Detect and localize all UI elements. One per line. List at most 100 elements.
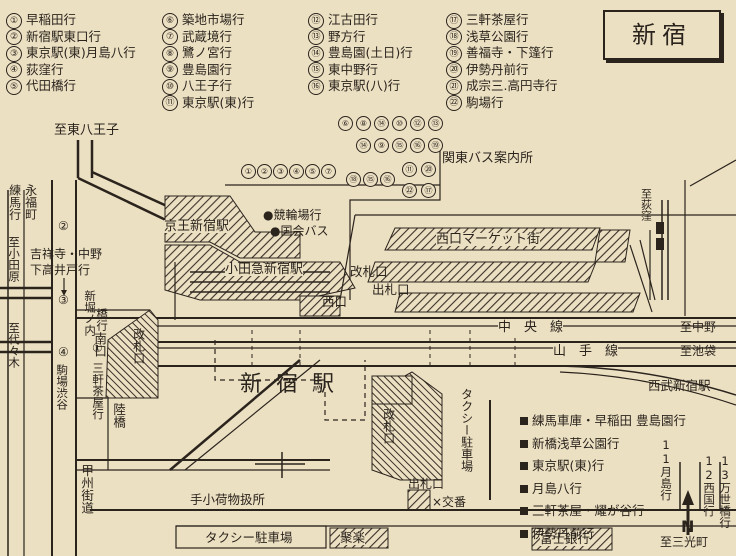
kichijoji-nakano-label: 吉祥寺・中野 — [30, 247, 103, 261]
bus-stop-marker: ㉒ — [402, 183, 417, 198]
south-kaisatsu-label: 改札口 — [131, 328, 146, 364]
marker-1: ① — [92, 341, 103, 355]
bus-stop-marker: ⑤ — [305, 164, 320, 179]
legend-col-3: ⑫ 江古田行 ⑬ 野方行 ⑭ 豊島園(土日)行 ⑮ 東中野行 ⑯ 東京駅(八)行 — [308, 12, 413, 95]
legend-label: 駒場行 — [466, 94, 504, 110]
keio-station-label: 京王新宿駅 — [164, 219, 230, 234]
legend-item: ⑩ 八王子行 — [162, 78, 254, 95]
bus-stop-marker: ⑦ — [321, 164, 336, 179]
juraku-label: 聚楽 — [340, 530, 366, 545]
list-item: 月島八行 — [520, 478, 686, 497]
odakyu-station-label: 小田急新宿駅 — [225, 262, 304, 277]
legend-num: ⑮ — [308, 62, 324, 78]
map-title: 新宿 — [603, 10, 721, 60]
bus-stop-marker: ⑩ — [392, 116, 407, 131]
chuo-line-label: 中 央 線 — [498, 320, 564, 335]
legend-item: ⑧ 鷺ノ宮行 — [162, 45, 254, 62]
bus-stop-marker: ③ — [273, 164, 288, 179]
east-shussatsu-label: 出札口 — [408, 477, 445, 491]
east-destinations: 練馬車庫・早稲田 豊島園行 新橋浅草公園行 東京駅(東)行 月島八行 三軒茶屋・… — [520, 410, 686, 545]
legend-label: 武蔵境行 — [182, 28, 233, 44]
legend-label: 成宗三.高円寺行 — [466, 78, 558, 93]
bus-stop-marker: ⑭ — [356, 138, 371, 153]
nishi-kokubunji-label: 12西国行 — [702, 454, 717, 517]
marker-3: ③ — [58, 293, 69, 307]
legend-label: 東中野行 — [328, 61, 379, 77]
legend-num: ⑫ — [308, 12, 324, 29]
bus-stop-marker: ⑧ — [356, 116, 371, 131]
bus-stop-marker: ⑭ — [374, 116, 389, 131]
legend-label: 伊勢丹前行 — [466, 61, 529, 77]
legend-num: ⑬ — [308, 29, 324, 45]
bullet-icon — [520, 439, 528, 448]
list-item: 新橋浅草公園行 — [520, 433, 686, 452]
legend-label: 東京駅(東)月島八行 — [26, 45, 136, 60]
list-item: 練馬車庫・早稲田 豊島園行 — [520, 410, 686, 429]
bus-stop-marker: ⑮ — [392, 138, 407, 153]
legend-item: ⑫ 江古田行 — [308, 12, 413, 29]
bus-stop-marker: ⑰ — [421, 183, 436, 198]
legend-label: 東京駅(八)行 — [328, 78, 401, 93]
shinjuku-station-label: 新宿駅 — [240, 372, 349, 397]
legend-item: ㉒駒場行 — [446, 94, 557, 111]
seibu-station-label: 西武新宿駅 — [648, 378, 711, 393]
sangenjaya-label: 三軒茶屋行 — [91, 362, 106, 420]
legend-label: 八王子行 — [182, 78, 233, 93]
legend-item: ⑯ 東京駅(八)行 — [308, 78, 413, 95]
taxi-stand-vertical-label: タクシー駐車場 — [459, 388, 474, 472]
legend-label: 早稲田行 — [26, 12, 77, 27]
legend-item: ④ 荻窪行 — [6, 62, 136, 78]
yamanote-line-label: 山 手 線 — [553, 344, 619, 359]
legend-num: ⑱ — [446, 29, 462, 45]
legend-label: 代田橋行 — [26, 78, 77, 93]
to-hachioji-label: 至東八王子 — [54, 123, 120, 138]
legend-label: 三軒茶屋行 — [466, 12, 529, 27]
list-item: 三軒茶屋・耀が谷行 — [520, 500, 686, 519]
legend-label: 東京駅(東)行 — [182, 94, 255, 110]
bus-stop-marker: ① — [241, 164, 256, 179]
legend-item: ③ 東京駅(東)月島八行 — [6, 45, 136, 62]
to-ogikubo-label: 至荻窪 — [639, 188, 653, 221]
legend-item: ① 早稲田行 — [6, 12, 136, 29]
shimotakaido-label: 下高井戸行 — [30, 263, 91, 277]
baggage-office-label: 手小荷物扱所 — [190, 492, 266, 507]
legend-num: ⑪ — [162, 95, 178, 111]
legend-num: ③ — [6, 45, 22, 62]
shussatsu-west-label: 出札口 — [372, 282, 410, 297]
legend-item: ⑮ 東中野行 — [308, 61, 413, 78]
bus-stop-marker: ⑥ — [338, 116, 353, 131]
legend-item: ⑰ 三軒茶屋行 — [446, 12, 557, 29]
legend-col-4: ⑰ 三軒茶屋行 ⑱ 浅草公園行 ⑲ 善福寺・下篷行 ⑳ 伊勢丹前行 ㉑成宗三.高円寺行 … — [446, 12, 557, 111]
legend-num: ⑤ — [6, 78, 22, 95]
nishiguchi-market-label: 西口マーケット街 — [436, 232, 541, 247]
bus-stop-marker: ⑮ — [363, 172, 378, 187]
legend-item: ⑪ 東京駅(東)行 — [162, 94, 255, 111]
bullet-icon — [520, 484, 528, 493]
legend-label: 善福寺・下篷行 — [466, 45, 554, 60]
bus-stop-marker: ⑯ — [380, 172, 395, 187]
east-kaisatsu-label: 改札口 — [381, 408, 396, 444]
legend-num: ⑥ — [162, 12, 178, 29]
legend-item: ⑭ 豊島園(土日)行 — [308, 45, 413, 62]
bullet-icon — [520, 462, 528, 470]
legend-label: 江古田行 — [328, 12, 379, 27]
legend-label: 野方行 — [328, 28, 366, 44]
bus-stop-marker: ⑨ — [374, 138, 389, 153]
list-item: 東京駅(東)行 — [520, 455, 686, 474]
bus-stop-marker: ⑳ — [421, 162, 436, 177]
legend-item: ⑲ 善福寺・下篷行 — [446, 45, 557, 62]
legend-num: ⑲ — [446, 45, 462, 62]
taxi-stand-horizontal-label: タクシー駐車場 — [205, 530, 293, 545]
bus-stop-marker: ⑫ — [410, 116, 425, 131]
legend-num: ⑨ — [162, 62, 178, 78]
legend-item: ② 新宿駅東口行 — [6, 28, 136, 45]
bus-stop-marker: ⑬ — [428, 116, 443, 131]
legend-item: ⑤ 代田橋行 — [6, 78, 136, 95]
legend-label: 新宿駅東口行 — [26, 28, 102, 44]
legend-label: 浅草公園行 — [466, 28, 529, 44]
legend-num: ④ — [6, 62, 22, 78]
nerima-label: 練馬行 — [7, 184, 22, 220]
list-item: 伊勢丹前行 — [520, 523, 686, 542]
to-ikebukuro-label: 至池袋 — [680, 344, 717, 358]
koshu-kaido-label: 甲州街道 — [79, 464, 95, 514]
